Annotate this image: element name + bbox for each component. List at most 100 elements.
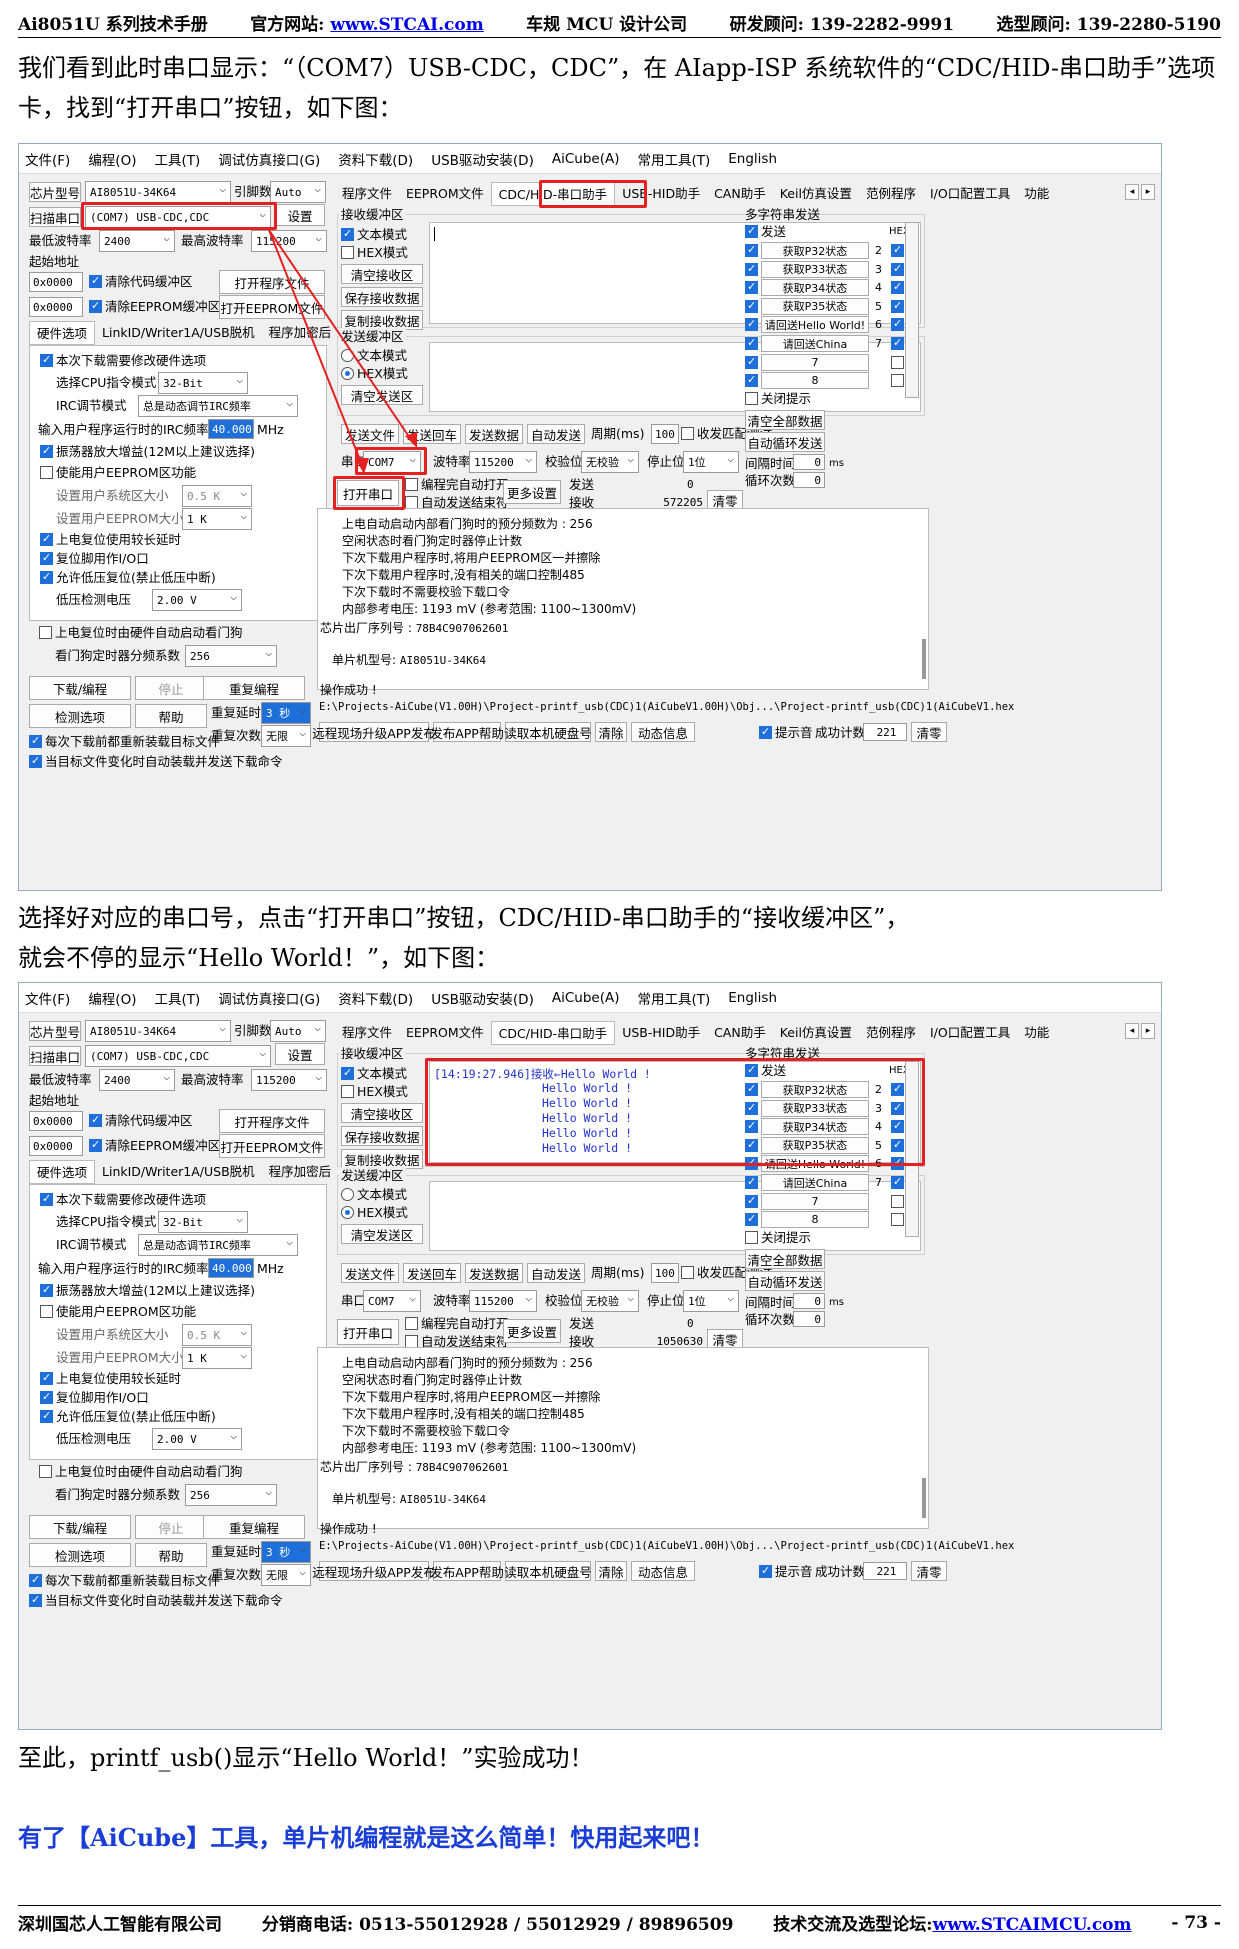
irc-freq-input[interactable]: 40.000	[208, 1258, 254, 1278]
tab-keil[interactable]: Keil仿真设置	[773, 1021, 859, 1045]
cpu-mode-select[interactable]: 32-Bit	[158, 1211, 248, 1233]
stop-bits-select[interactable]: 1位	[683, 1290, 739, 1312]
menu-usb-driver[interactable]: USB驱动安装(D)	[431, 988, 534, 1008]
wdt-auto-checkbox[interactable]	[39, 1465, 52, 1478]
cpu-mode-select[interactable]: 32-Bit	[158, 372, 248, 394]
log-scrollbar[interactable]	[922, 639, 926, 679]
code-address-input[interactable]: 0x0000	[29, 1111, 83, 1131]
settings-button[interactable]: 设置	[275, 1043, 325, 1065]
pins-select[interactable]: Auto	[270, 181, 326, 203]
tab-linkid[interactable]: LinkID/Writer1A/USB脱机	[95, 321, 262, 345]
lvd-reset-checkbox[interactable]	[40, 570, 53, 584]
match-test-checkbox[interactable]	[681, 427, 694, 440]
send-data-button[interactable]: 发送数据	[465, 424, 523, 444]
multi-row-button[interactable]: 8	[761, 1211, 869, 1229]
clear-count-button[interactable]: 清零	[707, 1329, 743, 1349]
port-select[interactable]: (COM7) USB-CDC,CDC	[85, 1045, 271, 1067]
clear-rx-button[interactable]: 清空接收区	[341, 264, 423, 284]
close-tip-checkbox[interactable]	[745, 392, 758, 405]
reprogram-button[interactable]: 重复编程	[203, 1515, 305, 1539]
retry-delay-select[interactable]: 3 秒	[261, 1541, 311, 1563]
lvd-select[interactable]: 2.00 V	[152, 1428, 242, 1450]
tab-examples[interactable]: 范例程序	[859, 182, 923, 206]
tab-io-config[interactable]: I/O口配置工具	[923, 182, 1017, 206]
auto-open-checkbox[interactable]	[405, 1317, 418, 1330]
irc-mode-select[interactable]: 总是动态调节IRC频率	[138, 395, 298, 417]
beep-checkbox[interactable]	[759, 725, 772, 739]
multi-row-button[interactable]: 获取P33状态	[761, 260, 869, 278]
clear-code-checkbox[interactable]	[89, 274, 102, 288]
beep-checkbox[interactable]	[759, 1564, 772, 1578]
osc-gain-checkbox[interactable]	[40, 1283, 53, 1297]
auto-open-checkbox[interactable]	[405, 478, 418, 491]
save-rx-button[interactable]: 保存接收数据	[341, 287, 423, 307]
tx-hex-mode-radio[interactable]	[341, 1206, 354, 1219]
download-button[interactable]: 下载/编程	[29, 1515, 131, 1539]
retry-count-select[interactable]: 无限	[261, 1564, 311, 1586]
user-sector-select[interactable]: 0.5 K	[182, 1324, 252, 1346]
tab-left-arrow-icon[interactable]: ◂	[1125, 184, 1139, 200]
tab-eeprom-file[interactable]: EEPROM文件	[399, 182, 491, 206]
user-sector-select[interactable]: 0.5 K	[182, 485, 252, 507]
stop-bits-select[interactable]: 1位	[683, 451, 739, 473]
tab-encrypt[interactable]: 程序加密后	[262, 321, 339, 345]
multi-row-hex-checkbox[interactable]	[891, 374, 904, 388]
tab-keil[interactable]: Keil仿真设置	[773, 182, 859, 206]
irc-freq-input[interactable]: 40.000	[208, 419, 254, 439]
clear-tx-button[interactable]: 清空发送区	[341, 385, 423, 405]
multi-row-button[interactable]: 获取P35状态	[761, 297, 869, 315]
multi-row-button[interactable]: 8	[761, 372, 869, 390]
eeprom-size-select[interactable]: 1 K	[182, 508, 252, 530]
copy-rx-button[interactable]: 复制接收数据	[341, 1149, 423, 1169]
remote-upgrade-button[interactable]: 远程现场升级APP发布	[312, 1561, 436, 1581]
check-options-button[interactable]: 检测选项	[29, 704, 131, 728]
clear-rx-button[interactable]: 清空接收区	[341, 1103, 423, 1123]
tab-eeprom-file[interactable]: EEPROM文件	[399, 1021, 491, 1045]
send-data-button[interactable]: 发送数据	[465, 1263, 523, 1283]
menu-download[interactable]: 资料下载(D)	[338, 149, 413, 169]
tab-hardware[interactable]: 硬件选项	[29, 1160, 96, 1184]
multi-row-checkbox[interactable]	[745, 243, 758, 257]
dynamic-info-button[interactable]: 动态信息	[631, 1561, 695, 1581]
wdt-auto-checkbox[interactable]	[39, 626, 52, 639]
scan-port-button[interactable]: 扫描串口	[29, 1046, 81, 1066]
multi-row-button[interactable]: 获取P34状态	[761, 279, 869, 297]
eeprom-func-checkbox[interactable]	[40, 1305, 53, 1318]
tab-right-arrow-icon[interactable]: ▸	[1141, 1023, 1155, 1039]
open-eeprom-button[interactable]: 打开EEPROM文件	[219, 1134, 325, 1158]
tab-io-config[interactable]: I/O口配置工具	[923, 1021, 1017, 1045]
multi-row-checkbox[interactable]	[745, 1175, 758, 1189]
multi-row-button[interactable]: 请回送Hello World!	[761, 316, 869, 334]
send-enter-button[interactable]: 发送回车	[403, 1263, 461, 1283]
help-button[interactable]: 帮助	[135, 1543, 207, 1567]
retry-count-select[interactable]: 无限	[261, 725, 311, 747]
open-program-button[interactable]: 打开程序文件	[219, 270, 325, 294]
interval-input[interactable]: 0	[793, 454, 825, 470]
eeprom-func-checkbox[interactable]	[40, 466, 53, 479]
reload-each-checkbox[interactable]	[29, 1573, 42, 1587]
multi-send-all-checkbox[interactable]	[745, 224, 758, 238]
multi-row-checkbox[interactable]	[745, 1194, 758, 1208]
tab-cdc-hid[interactable]: CDC/HID-串口助手	[490, 1021, 616, 1045]
multi-row-checkbox[interactable]	[745, 317, 758, 332]
settings-button[interactable]: 设置	[275, 204, 325, 226]
max-baud-select[interactable]: 115200	[251, 1069, 327, 1091]
multi-row-checkbox[interactable]	[745, 336, 758, 350]
download-button[interactable]: 下载/编程	[29, 676, 131, 700]
menu-common-tools[interactable]: 常用工具(T)	[637, 149, 710, 169]
menu-file[interactable]: 文件(F)	[25, 149, 70, 169]
tab-can[interactable]: CAN助手	[707, 182, 773, 206]
menu-english[interactable]: English	[728, 151, 777, 167]
more-settings-button[interactable]: 更多设置	[503, 480, 561, 504]
loop-input[interactable]: 0	[793, 1311, 825, 1327]
tab-examples[interactable]: 范例程序	[859, 1021, 923, 1045]
menu-aicube[interactable]: AiCube(A)	[552, 151, 620, 167]
multi-row-checkbox[interactable]	[745, 280, 758, 295]
clear-all-button[interactable]: 清空全部数据	[745, 410, 825, 430]
baud-select[interactable]: 115200	[469, 1290, 537, 1312]
serial-port-select[interactable]: COM7	[363, 1290, 421, 1312]
auto-loop-button[interactable]: 自动循环发送	[745, 1271, 825, 1291]
send-file-button[interactable]: 发送文件	[341, 424, 399, 444]
multi-row-hex-checkbox[interactable]	[891, 1213, 904, 1227]
tab-linkid[interactable]: LinkID/Writer1A/USB脱机	[95, 1160, 262, 1184]
